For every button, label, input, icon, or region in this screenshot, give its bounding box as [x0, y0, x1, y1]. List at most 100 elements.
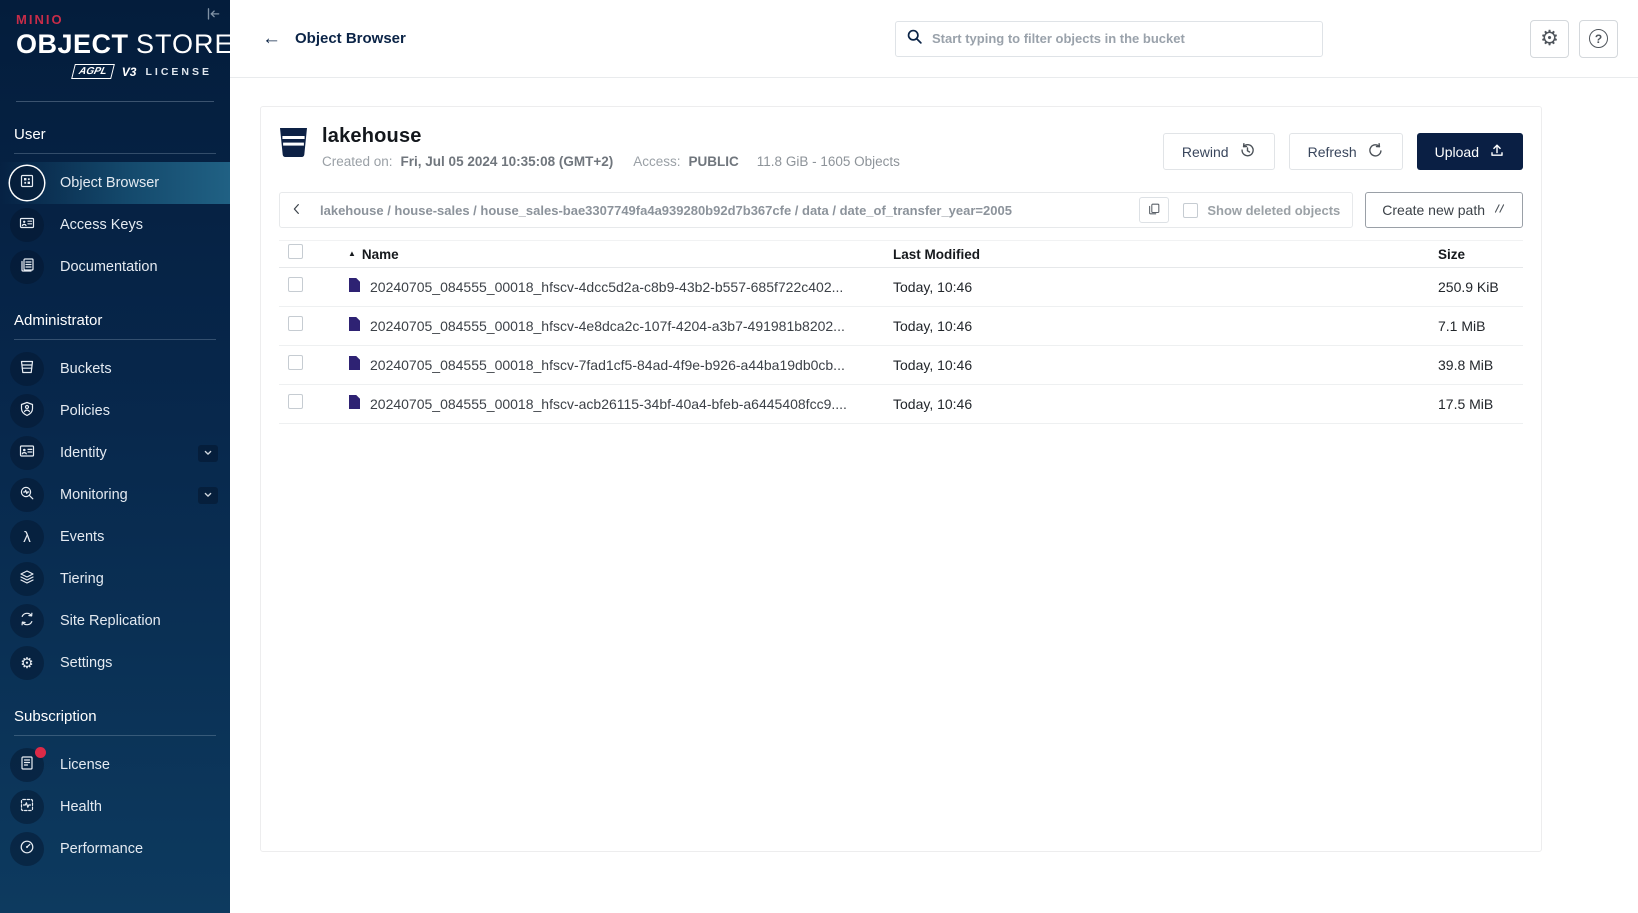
file-icon	[348, 277, 361, 298]
performance-icon	[19, 839, 35, 860]
sidebar-item-policies[interactable]: Policies	[0, 390, 230, 432]
sidebar-section-administrator: Administrator Buckets Polic	[0, 288, 230, 684]
search-icon	[906, 28, 923, 50]
sidebar-item-identity[interactable]: Identity	[0, 432, 230, 474]
logo-word-object: OBJECT	[16, 29, 129, 59]
search-input[interactable]	[932, 31, 1312, 46]
access-keys-icon	[19, 215, 35, 236]
sidebar-item-health[interactable]: Health	[0, 786, 230, 828]
row-checkbox[interactable]	[288, 355, 303, 370]
sidebar-item-documentation[interactable]: Documentation	[0, 246, 230, 288]
sidebar-item-label: License	[60, 757, 218, 773]
sidebar-item-label: Documentation	[60, 259, 218, 275]
row-checkbox[interactable]	[288, 316, 303, 331]
sidebar-item-label: Settings	[60, 655, 218, 671]
main-area: ← Object Browser ⚙ ?	[230, 0, 1638, 913]
upload-icon	[1489, 142, 1505, 161]
column-header-last-modified[interactable]: Last Modified	[893, 247, 1438, 262]
sidebar-item-monitoring[interactable]: Monitoring	[0, 474, 230, 516]
sidebar-section-subscription: Subscription License	[0, 684, 230, 870]
object-size: 39.8 MiB	[1438, 357, 1534, 373]
policies-icon	[19, 401, 35, 422]
help-icon: ?	[1589, 29, 1608, 48]
refresh-button[interactable]: Refresh	[1289, 133, 1403, 170]
create-new-path-button[interactable]: Create new path	[1365, 192, 1523, 228]
object-name[interactable]: 20240705_084555_00018_hfscv-4dcc5d2a-c8b…	[370, 279, 843, 295]
row-checkbox[interactable]	[288, 277, 303, 292]
show-deleted-toggle: Show deleted objects	[1179, 203, 1340, 218]
breadcrumb[interactable]: lakehouse / house-sales / house_sales-ba…	[320, 203, 1129, 218]
access-value: PUBLIC	[689, 154, 739, 169]
collapse-sidebar-icon[interactable]	[204, 6, 222, 24]
bucket-icon	[279, 127, 308, 163]
app-window: MINIO OBJECT STORE AGPL V3 LICENSE User	[0, 0, 1638, 913]
object-size: 7.1 MiB	[1438, 318, 1534, 334]
section-label-administrator: Administrator	[0, 288, 230, 339]
row-checkbox[interactable]	[288, 394, 303, 409]
table-row[interactable]: 20240705_084555_00018_hfscv-7fad1cf5-84a…	[279, 346, 1523, 385]
sidebar-item-settings[interactable]: ⚙ Settings	[0, 642, 230, 684]
rewind-label: Rewind	[1182, 144, 1229, 160]
column-header-name[interactable]: Name	[362, 247, 399, 262]
sidebar-item-license[interactable]: License	[0, 744, 230, 786]
chevron-down-icon[interactable]	[198, 487, 218, 504]
sidebar-item-label: Object Browser	[60, 175, 218, 191]
sidebar-item-buckets[interactable]: Buckets	[0, 348, 230, 390]
sidebar-item-label: Identity	[60, 445, 182, 461]
object-modified: Today, 10:46	[893, 357, 1438, 373]
buckets-icon	[19, 359, 35, 380]
license-notification-dot	[35, 747, 46, 758]
file-icon	[348, 316, 361, 337]
site-replication-icon	[19, 611, 35, 632]
sidebar-item-label: Performance	[60, 841, 218, 857]
bucket-browser-card: lakehouse Created on: Fri, Jul 05 2024 1…	[260, 106, 1542, 852]
copy-path-button[interactable]	[1139, 197, 1169, 223]
upload-label: Upload	[1435, 144, 1479, 160]
created-on-label: Created on:	[322, 154, 393, 169]
select-all-checkbox[interactable]	[288, 244, 303, 259]
section-label-subscription: Subscription	[0, 684, 230, 735]
object-filter-box	[895, 21, 1323, 57]
table-row[interactable]: 20240705_084555_00018_hfscv-4e8dca2c-107…	[279, 307, 1523, 346]
chevron-down-icon[interactable]	[198, 445, 218, 462]
object-name[interactable]: 20240705_084555_00018_hfscv-acb26115-34b…	[370, 396, 847, 412]
content-area: lakehouse Created on: Fri, Jul 05 2024 1…	[230, 78, 1638, 913]
rewind-button[interactable]: Rewind	[1163, 133, 1275, 170]
sidebar-item-performance[interactable]: Performance	[0, 828, 230, 870]
sidebar-section-user: User Object Browser	[0, 102, 230, 288]
sidebar-item-label: Monitoring	[60, 487, 182, 503]
object-name[interactable]: 20240705_084555_00018_hfscv-7fad1cf5-84a…	[370, 357, 845, 373]
sidebar-item-label: Buckets	[60, 361, 218, 377]
sidebar-item-events[interactable]: λ Events	[0, 516, 230, 558]
back-arrow-icon[interactable]: ←	[262, 28, 281, 50]
object-name[interactable]: 20240705_084555_00018_hfscv-4e8dca2c-107…	[370, 318, 845, 334]
gear-icon: ⚙	[1540, 28, 1559, 49]
help-button[interactable]: ?	[1579, 20, 1618, 58]
bucket-name: lakehouse	[322, 125, 900, 148]
show-deleted-checkbox[interactable]	[1183, 203, 1198, 218]
agpl-badge: AGPL	[71, 64, 115, 79]
sidebar-item-tiering[interactable]: Tiering	[0, 558, 230, 600]
table-row[interactable]: 20240705_084555_00018_hfscv-4dcc5d2a-c8b…	[279, 268, 1523, 307]
path-back-button[interactable]	[284, 196, 310, 224]
product-logo: OBJECT STORE	[16, 29, 214, 60]
create-path-label: Create new path	[1382, 202, 1485, 218]
sidebar-item-label: Policies	[60, 403, 218, 419]
sidebar-item-site-replication[interactable]: Site Replication	[0, 600, 230, 642]
upload-button[interactable]: Upload	[1417, 133, 1523, 170]
path-row: lakehouse / house-sales / house_sales-ba…	[279, 192, 1523, 228]
divider	[14, 153, 216, 154]
sidebar-item-object-browser[interactable]: Object Browser	[0, 162, 230, 204]
table-row[interactable]: 20240705_084555_00018_hfscv-acb26115-34b…	[279, 385, 1523, 424]
license-row: AGPL V3 LICENSE	[16, 64, 214, 79]
sidebar-item-access-keys[interactable]: Access Keys	[0, 204, 230, 246]
sidebar: MINIO OBJECT STORE AGPL V3 LICENSE User	[0, 0, 230, 913]
agpl-version: V3	[122, 65, 137, 79]
sidebar-item-label: Events	[60, 529, 218, 545]
section-label-user: User	[0, 102, 230, 153]
logo-word-store: STORE	[136, 29, 230, 59]
sort-asc-icon[interactable]: ▲	[348, 249, 356, 258]
column-header-size[interactable]: Size	[1438, 247, 1534, 262]
settings-button[interactable]: ⚙	[1530, 20, 1569, 58]
sidebar-item-label: Access Keys	[60, 217, 218, 233]
